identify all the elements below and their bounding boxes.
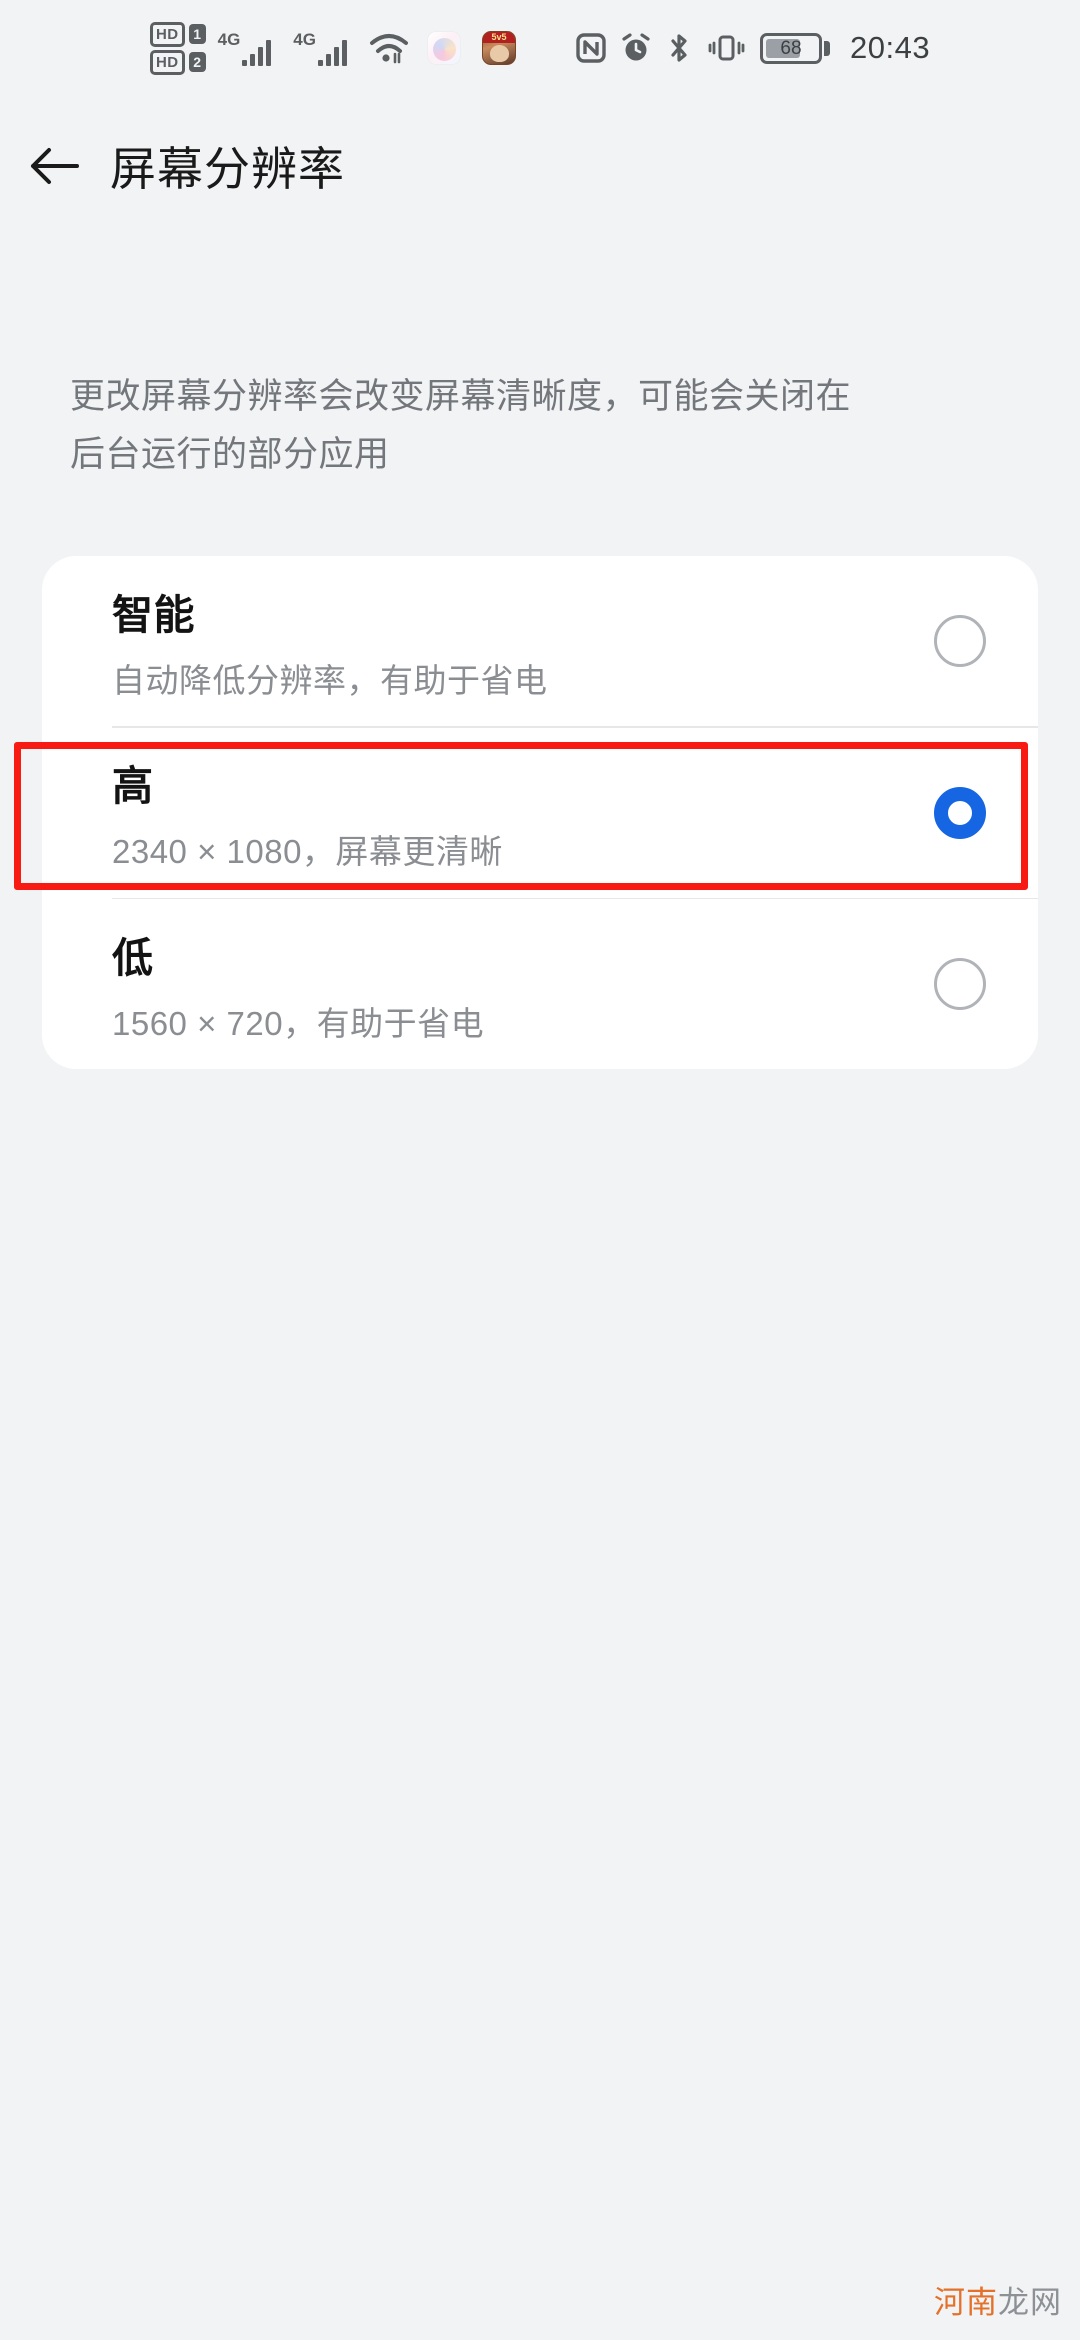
battery-percent-label: 68	[780, 37, 802, 59]
hd2-index: 2	[188, 52, 206, 72]
bluetooth-icon	[666, 32, 692, 64]
signal-sim2-icon: 4G	[293, 31, 347, 66]
option-row-smart[interactable]: 智能 自动降低分辨率，有助于省电	[42, 556, 1038, 726]
option-subtitle: 2340 × 1080，屏幕更清晰	[112, 833, 503, 870]
status-bar: HD 1 HD 2 4G 4G 5v5 68 20:43	[0, 0, 1080, 96]
sim1-network-label: 4G	[217, 29, 241, 49]
hd1-icon: HD 1	[149, 21, 206, 47]
radio-button-low[interactable]	[934, 958, 986, 1010]
radio-button-high[interactable]	[934, 786, 986, 839]
option-title: 低	[112, 934, 154, 981]
battery-icon: 68	[759, 32, 830, 64]
alarm-icon	[620, 32, 652, 64]
page-header: 屏幕分辨率	[0, 110, 1080, 222]
status-bar-right-icons: 68 20:43	[576, 30, 930, 66]
page-description: 更改屏幕分辨率会改变屏幕清晰度，可能会关闭在 后台运行的部分应用	[70, 368, 1020, 484]
back-button[interactable]	[0, 110, 110, 222]
option-subtitle: 1560 × 720，有助于省电	[112, 1004, 485, 1042]
watermark-part-b: 龙网	[998, 2285, 1062, 2320]
watermark-part-a: 河南	[934, 2285, 998, 2320]
option-subtitle: 自动降低分辨率，有助于省电	[112, 661, 548, 699]
app-gallery-icon	[426, 31, 461, 65]
nfc-icon	[576, 33, 606, 63]
option-title: 智能	[112, 591, 195, 638]
radio-button-smart[interactable]	[934, 615, 986, 667]
option-row-high[interactable]: 高 2340 × 1080，屏幕更清晰	[42, 728, 1038, 898]
hd2-icon: HD 2	[149, 49, 206, 75]
watermark: 河南 龙网	[934, 2277, 1062, 2322]
status-bar-left-icons: HD 1 HD 2 4G 4G	[149, 21, 516, 75]
back-arrow-icon	[27, 142, 83, 190]
description-line-1: 更改屏幕分辨率会改变屏幕清晰度，可能会关闭在	[70, 377, 852, 416]
hd1-index: 1	[188, 24, 206, 44]
app-game-icon	[481, 31, 516, 65]
sim2-signal-bars	[317, 38, 347, 66]
hd1-label: HD	[149, 21, 185, 47]
phone-screen: HD 1 HD 2 4G 4G 5v5 68 20:43 屏幕分辨率 更改屏幕分…	[0, 0, 1080, 2340]
signal-sim1-icon: 4G	[218, 31, 272, 66]
sim1-signal-bars	[242, 38, 272, 66]
page-title: 屏幕分辨率	[110, 143, 345, 195]
wifi-icon	[369, 32, 409, 64]
hd2-label: HD	[149, 49, 185, 75]
volte-hd-indicators: HD 1 HD 2	[149, 21, 206, 75]
option-title: 高	[112, 763, 154, 809]
description-line-2: 后台运行的部分应用	[70, 435, 390, 474]
option-row-low[interactable]: 低 1560 × 720，有助于省电	[42, 899, 1038, 1069]
status-bar-clock: 20:43	[849, 30, 931, 65]
vibrate-icon	[706, 32, 746, 64]
sim2-network-label: 4G	[293, 29, 316, 49]
resolution-options-card: 智能 自动降低分辨率，有助于省电 高 2340 × 1080，屏幕更清晰 低 1…	[42, 556, 1038, 1069]
